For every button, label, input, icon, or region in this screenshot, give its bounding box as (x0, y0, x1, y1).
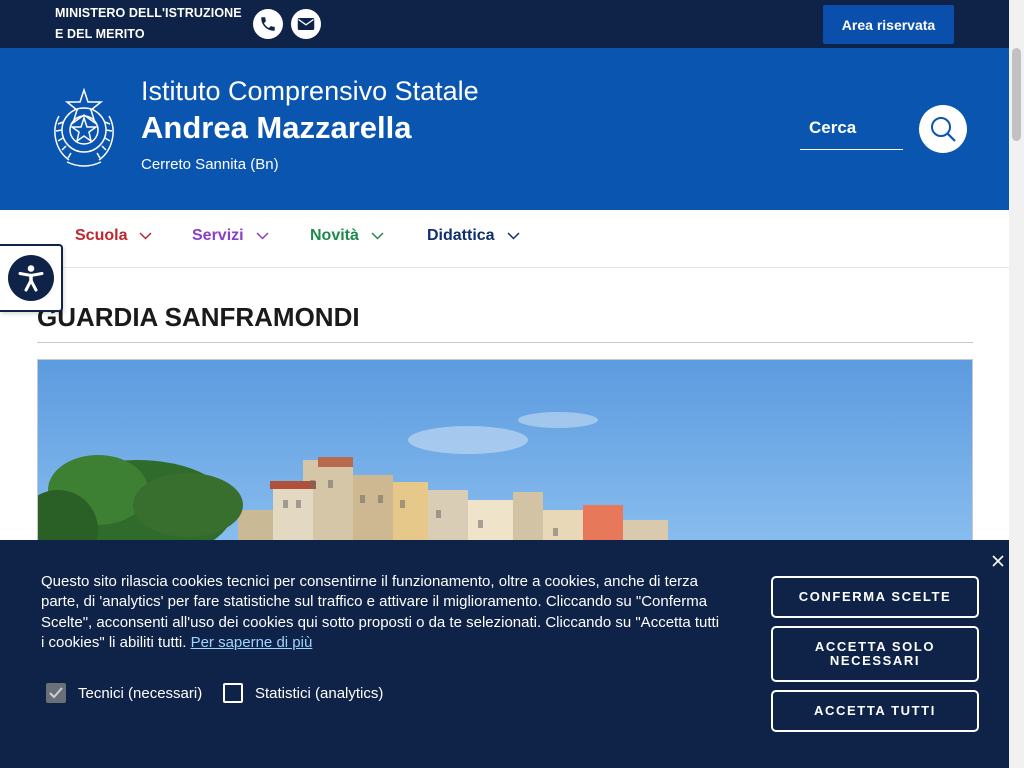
phone-button[interactable] (253, 9, 283, 39)
reserved-area-button[interactable]: Area riservata (823, 5, 954, 44)
ministry-bar: MINISTERO DELL'ISTRUZIONE E DEL MERITO A… (0, 0, 1009, 48)
nav-item-scuola[interactable]: Scuola (75, 227, 152, 245)
checkbox-label: Statistici (analytics) (255, 684, 384, 702)
ministry-line-2: E DEL MERITO (55, 27, 145, 41)
site-header: Istituto Comprensivo Statale Andrea Mazz… (0, 48, 1009, 210)
checkbox-analytics[interactable]: Statistici (analytics) (223, 683, 383, 703)
cookie-notice-text: Questo sito rilascia cookies tecnici per… (41, 572, 721, 653)
ministry-name[interactable]: MINISTERO DELL'ISTRUZIONE E DEL MERITO (55, 3, 242, 45)
chevron-down-icon (371, 232, 384, 240)
town-photo (37, 359, 973, 559)
accept-all-button[interactable]: ACCETTA TUTTI (771, 690, 979, 732)
italian-republic-emblem-icon[interactable] (47, 86, 121, 172)
mail-icon (297, 18, 315, 30)
confirm-choices-button[interactable]: CONFERMA SCELTE (771, 576, 979, 618)
school-name[interactable]: Andrea Mazzarella (141, 110, 412, 146)
ministry-line-1: MINISTERO DELL'ISTRUZIONE (55, 6, 242, 20)
school-type: Istituto Comprensivo Statale (141, 76, 479, 106)
search-button[interactable] (919, 105, 967, 153)
nav-item-label: Novità (310, 227, 359, 244)
school-city: Cerreto Sannita (Bn) (141, 156, 279, 173)
cookie-banner: Questo sito rilascia cookies tecnici per… (0, 540, 1009, 768)
page-scrollbar[interactable] (1009, 0, 1024, 768)
chevron-down-icon (139, 232, 152, 240)
chevron-down-icon (507, 232, 520, 240)
nav-item-didattica[interactable]: Didattica (427, 227, 520, 245)
checkbox-unchecked[interactable] (223, 683, 243, 703)
more-info-link[interactable]: Per saperne di più (191, 634, 313, 651)
nav-item-novita[interactable]: Novità (310, 227, 384, 245)
nav-item-label: Servizi (192, 227, 244, 244)
accessibility-icon (7, 255, 54, 301)
nav-item-label: Didattica (427, 227, 495, 244)
checkmark-icon (49, 687, 63, 699)
title-divider (37, 342, 973, 343)
search-label[interactable]: Cerca (800, 118, 903, 150)
page-title: GUARDIA SANFRAMONDI (37, 302, 360, 332)
main-nav: Scuola Servizi Novità Didattica (0, 210, 1009, 268)
checkbox-label: Tecnici (necessari) (78, 684, 203, 702)
cookie-notice-body: Questo sito rilascia cookies tecnici per… (41, 573, 720, 651)
mail-button[interactable] (291, 9, 321, 39)
search-icon (931, 117, 956, 142)
close-icon[interactable] (990, 553, 1006, 569)
chevron-down-icon (256, 232, 269, 240)
scrollbar-thumb[interactable] (1012, 48, 1021, 141)
accept-necessary-button[interactable]: ACCETTA SOLO NECESSARI (771, 626, 979, 682)
phone-icon (261, 17, 275, 31)
checkbox-checked[interactable] (46, 683, 66, 703)
checkbox-technical[interactable]: Tecnici (necessari) (46, 683, 202, 703)
nav-item-servizi[interactable]: Servizi (192, 227, 269, 245)
accessibility-button[interactable] (0, 244, 63, 312)
nav-item-label: Scuola (75, 227, 128, 244)
